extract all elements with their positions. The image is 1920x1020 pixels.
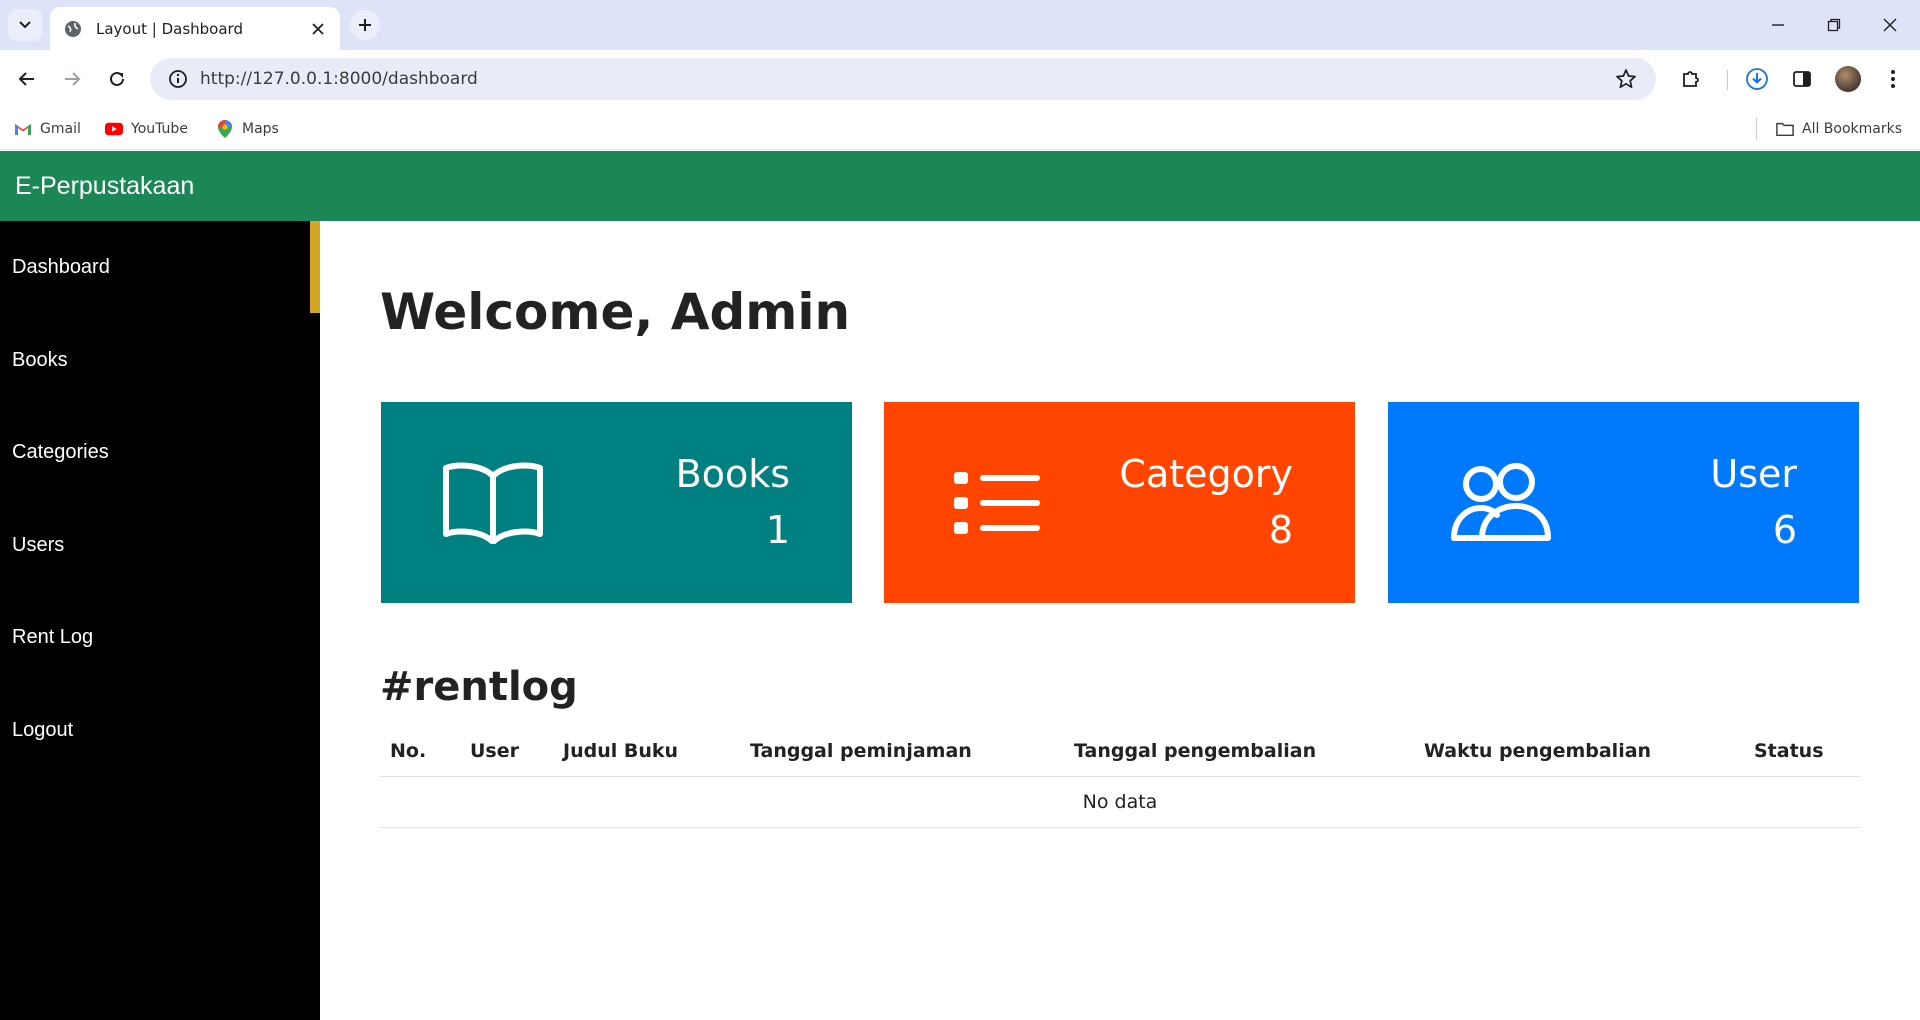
profile-avatar[interactable] xyxy=(1835,66,1861,92)
plus-icon xyxy=(359,19,371,31)
user-card: User 6 xyxy=(1388,402,1859,603)
side-panel-icon xyxy=(1793,71,1811,87)
rentlog-table: No. User Judul Buku Tanggal peminjaman T… xyxy=(380,726,1860,828)
column-header-status: Status xyxy=(1744,726,1860,777)
minimize-icon xyxy=(1772,24,1784,26)
category-card: Category 8 xyxy=(884,402,1355,603)
browser-menu-button[interactable] xyxy=(1876,62,1910,96)
puzzle-icon xyxy=(1683,71,1699,87)
list-icon xyxy=(954,472,1040,534)
table-row: No data xyxy=(380,776,1860,828)
back-button[interactable] xyxy=(10,62,44,96)
bookmark-gmail[interactable]: Gmail xyxy=(14,117,81,141)
tab-search-button[interactable] xyxy=(8,9,42,41)
empty-table-message: No data xyxy=(380,776,1860,828)
browser-tab-active[interactable]: Layout | Dashboard xyxy=(50,7,340,50)
books-card-value: 1 xyxy=(765,508,790,552)
column-header-waktu-pengembalian: Waktu pengembalian xyxy=(1414,726,1744,777)
globe-icon xyxy=(64,20,82,38)
minimize-button[interactable] xyxy=(1750,0,1806,50)
side-panel-button[interactable] xyxy=(1785,62,1819,96)
bookmarks-divider xyxy=(1756,118,1757,140)
rentlog-title: #rentlog xyxy=(380,664,578,710)
sidebar-item-logout[interactable]: Logout xyxy=(0,684,320,776)
sidebar-item-users[interactable]: Users xyxy=(0,499,320,591)
column-header-tanggal-pengembalian: Tanggal pengembalian xyxy=(1064,726,1414,777)
arrow-left-icon xyxy=(18,72,34,86)
bookmark-label: Gmail xyxy=(40,121,81,137)
column-header-no: No. xyxy=(380,726,460,777)
bookmark-star-icon[interactable] xyxy=(1614,67,1638,91)
forward-button[interactable] xyxy=(55,62,89,96)
more-vertical-icon xyxy=(1891,70,1895,88)
page-title: Welcome, Admin xyxy=(380,283,851,341)
youtube-icon xyxy=(105,120,123,138)
column-header-user: User xyxy=(460,726,553,777)
main-content: Welcome, Admin Books 1 Category 8 User 6… xyxy=(320,221,1920,1020)
browser-toolbar: http://127.0.0.1:8000/dashboard xyxy=(0,50,1920,108)
new-tab-button[interactable] xyxy=(350,10,380,40)
close-icon xyxy=(1883,18,1897,32)
user-card-label: User xyxy=(1710,452,1797,496)
reload-icon xyxy=(110,71,124,86)
books-card: Books 1 xyxy=(381,402,852,603)
bookmark-label: Maps xyxy=(242,121,279,137)
column-header-judul-buku: Judul Buku xyxy=(553,726,740,777)
table-header-row: No. User Judul Buku Tanggal peminjaman T… xyxy=(380,726,1860,777)
users-icon xyxy=(1451,463,1551,541)
all-bookmarks-label: All Bookmarks xyxy=(1802,121,1903,137)
bookmark-youtube[interactable]: YouTube xyxy=(105,117,188,141)
book-icon xyxy=(443,462,543,544)
site-info-icon[interactable] xyxy=(156,58,200,100)
chevron-down-icon xyxy=(19,21,31,29)
bookmark-maps[interactable]: Maps xyxy=(216,117,279,141)
sidebar: Dashboard Books Categories Users Rent Lo… xyxy=(0,221,320,1020)
app-header: E-Perpustakaan xyxy=(0,151,1920,221)
gmail-icon xyxy=(14,120,32,138)
sidebar-item-books[interactable]: Books xyxy=(0,314,320,406)
browser-tabbar: Layout | Dashboard xyxy=(0,0,1920,50)
category-card-value: 8 xyxy=(1268,508,1293,552)
downloads-button[interactable] xyxy=(1740,62,1774,96)
close-window-button[interactable] xyxy=(1862,0,1918,50)
arrow-right-icon xyxy=(65,72,81,86)
reload-button[interactable] xyxy=(100,62,134,96)
maps-icon xyxy=(216,120,234,138)
folder-icon xyxy=(1776,120,1794,138)
books-card-label: Books xyxy=(675,452,790,496)
bookmarks-bar: Gmail YouTube Maps All Bookmarks xyxy=(0,108,1920,150)
sidebar-item-categories[interactable]: Categories xyxy=(0,406,320,498)
bookmark-label: YouTube xyxy=(131,121,188,137)
close-tab-icon[interactable] xyxy=(306,17,330,41)
toolbar-divider xyxy=(1727,70,1728,90)
all-bookmarks-button[interactable]: All Bookmarks xyxy=(1776,117,1902,141)
address-bar[interactable]: http://127.0.0.1:8000/dashboard xyxy=(150,58,1656,100)
sidebar-item-rent-log[interactable]: Rent Log xyxy=(0,591,320,683)
column-header-tanggal-peminjaman: Tanggal peminjaman xyxy=(740,726,1064,777)
user-card-value: 6 xyxy=(1772,508,1797,552)
restore-button[interactable] xyxy=(1806,0,1862,50)
extensions-button[interactable] xyxy=(1674,62,1708,96)
restore-icon xyxy=(1827,18,1841,32)
sidebar-item-dashboard[interactable]: Dashboard xyxy=(0,221,320,313)
category-card-label: Category xyxy=(1119,452,1293,496)
url-text[interactable]: http://127.0.0.1:8000/dashboard xyxy=(200,69,478,89)
tab-title: Layout | Dashboard xyxy=(96,19,243,38)
app-brand[interactable]: E-Perpustakaan xyxy=(15,172,194,201)
download-icon xyxy=(1746,68,1768,90)
